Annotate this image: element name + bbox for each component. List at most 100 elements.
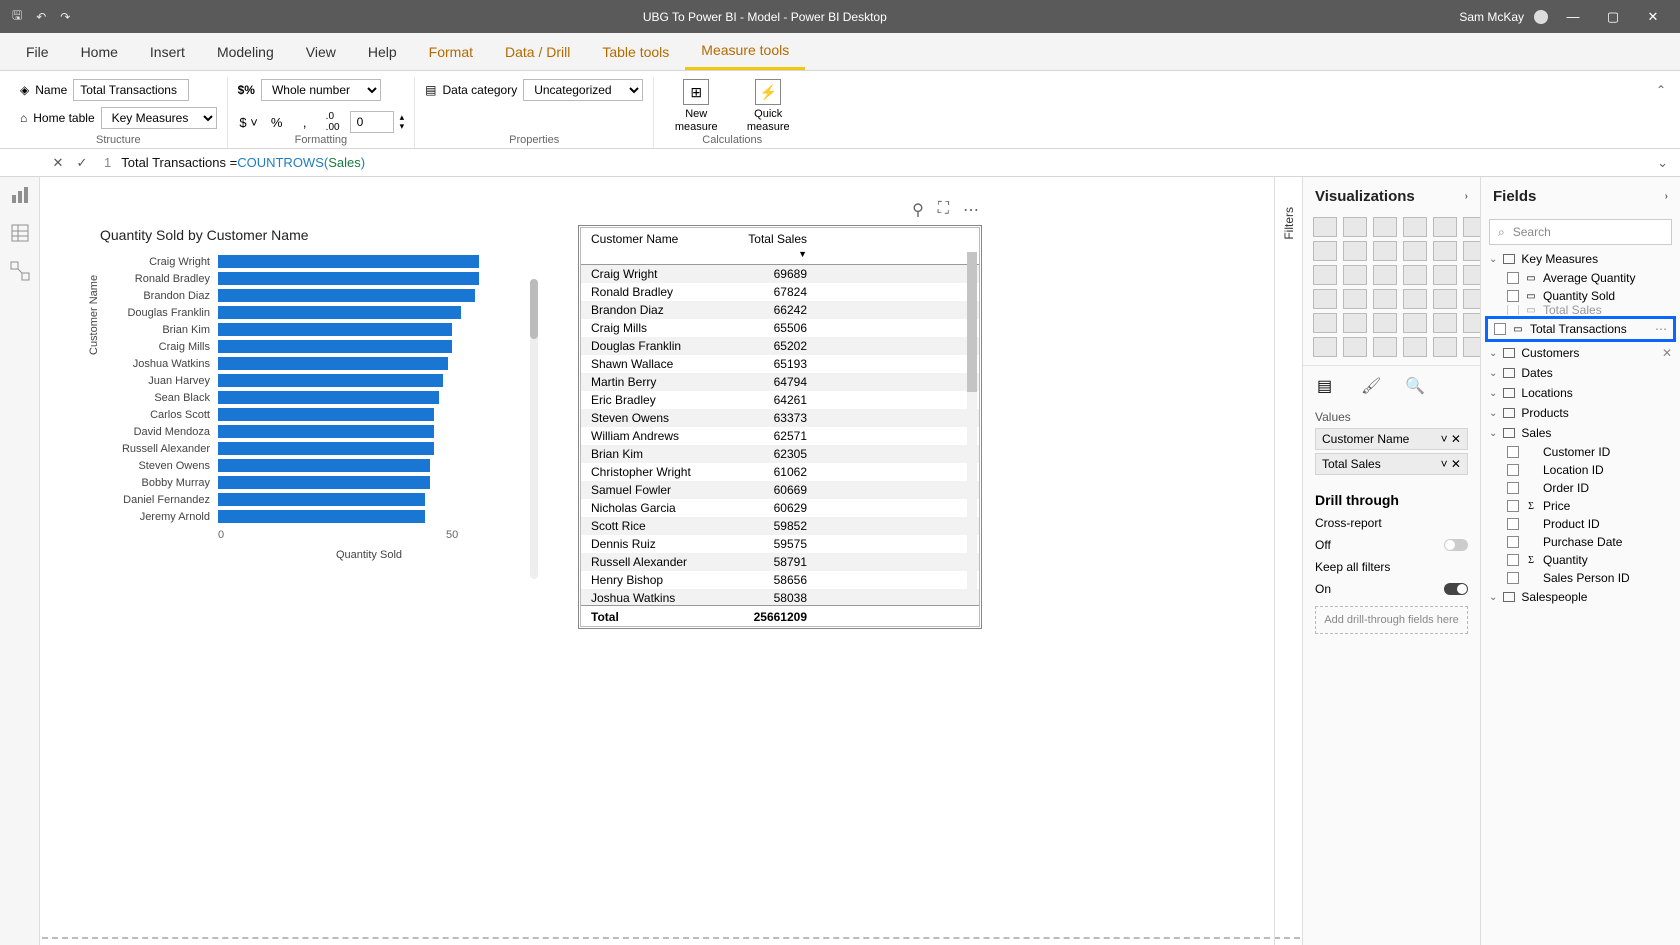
field-checkbox[interactable] <box>1507 305 1519 315</box>
table-visual[interactable]: ⚲ ⛶ ⋯ Customer Name Total Sales▼ Craig W… <box>580 227 980 627</box>
viz-type-icon[interactable] <box>1403 265 1427 285</box>
field-table-salespeople[interactable]: ⌄Salespeople <box>1481 587 1680 607</box>
collapse-ribbon-icon[interactable]: ⌃ <box>1642 77 1680 103</box>
table-row[interactable]: Brian Kim62305 <box>581 445 979 463</box>
viz-type-icon[interactable] <box>1403 337 1427 357</box>
bar-chart-visual[interactable]: Quantity Sold by Customer Name Customer … <box>100 227 520 561</box>
field-total-transactions[interactable]: ▭Total Transactions⋯ <box>1490 320 1671 338</box>
viz-type-icon[interactable] <box>1313 289 1337 309</box>
bar-row[interactable]: Craig Wright <box>100 253 520 270</box>
field-table-products[interactable]: ⌄Products <box>1481 403 1680 423</box>
table-row[interactable]: Shawn Wallace65193 <box>581 355 979 373</box>
viz-type-icon[interactable] <box>1403 217 1427 237</box>
viz-type-icon[interactable] <box>1433 217 1457 237</box>
viz-type-icon[interactable] <box>1403 289 1427 309</box>
bar-row[interactable]: Joshua Watkins <box>100 355 520 372</box>
value-field-customer[interactable]: Customer Name˅ ✕ <box>1315 428 1468 450</box>
viz-type-icon[interactable] <box>1343 217 1367 237</box>
viz-type-icon[interactable] <box>1313 241 1337 261</box>
viz-type-icon[interactable] <box>1313 313 1337 333</box>
keep-filters-toggle[interactable] <box>1444 583 1468 595</box>
decimal-places-input[interactable] <box>350 111 394 133</box>
tab-data-drill[interactable]: Data / Drill <box>489 35 586 69</box>
field-quantity-sold[interactable]: ▭Quantity Sold <box>1481 287 1680 305</box>
field-checkbox[interactable] <box>1507 554 1519 566</box>
cancel-formula-button[interactable]: ✕ <box>46 155 70 171</box>
expand-formula-icon[interactable]: ⌄ <box>1645 155 1680 171</box>
commit-formula-button[interactable]: ✓ <box>70 155 94 171</box>
field-checkbox[interactable] <box>1507 518 1519 530</box>
viz-type-icon[interactable] <box>1343 313 1367 333</box>
tab-help[interactable]: Help <box>352 35 413 69</box>
col-customer-name[interactable]: Customer Name <box>581 232 721 260</box>
field-total-sales[interactable]: ▭Total Sales <box>1481 305 1680 315</box>
bar-row[interactable]: Daniel Fernandez <box>100 491 520 508</box>
tab-table-tools[interactable]: Table tools <box>586 35 685 69</box>
chart-scrollbar[interactable] <box>530 279 538 579</box>
viz-type-icon[interactable] <box>1343 289 1367 309</box>
bar-row[interactable]: Sean Black <box>100 389 520 406</box>
currency-button[interactable]: $ ˅ <box>238 111 260 133</box>
field-table-customers[interactable]: ⌄Customers✕ <box>1481 343 1680 363</box>
home-table-select[interactable]: Key Measures <box>101 107 217 129</box>
field-table-key-measures[interactable]: ⌄Key Measures <box>1481 249 1680 269</box>
viz-type-icon[interactable] <box>1433 337 1457 357</box>
field-order-id[interactable]: Order ID <box>1481 479 1680 497</box>
viz-type-icon[interactable] <box>1343 337 1367 357</box>
field-average-quantity[interactable]: ▭Average Quantity <box>1481 269 1680 287</box>
tab-file[interactable]: File <box>10 35 65 69</box>
table-row[interactable]: Henry Bishop58656 <box>581 571 979 589</box>
analytics-tab-icon[interactable]: 🔍 <box>1405 376 1429 396</box>
viz-type-icon[interactable] <box>1373 313 1397 333</box>
field-checkbox[interactable] <box>1507 482 1519 494</box>
collapse-viz-icon[interactable]: › <box>1465 191 1468 202</box>
table-row[interactable]: Martin Berry64794 <box>581 373 979 391</box>
table-row[interactable]: Brandon Diaz66242 <box>581 301 979 319</box>
save-icon[interactable]: 🖫 <box>12 6 22 27</box>
table-row[interactable]: Eric Bradley64261 <box>581 391 979 409</box>
bar-row[interactable]: Jeremy Arnold <box>100 508 520 525</box>
field-sales-person-id[interactable]: Sales Person ID <box>1481 569 1680 587</box>
viz-type-icon[interactable] <box>1343 265 1367 285</box>
field-checkbox[interactable] <box>1507 290 1519 302</box>
viz-type-icon[interactable] <box>1403 241 1427 261</box>
viz-type-icon[interactable] <box>1373 241 1397 261</box>
viz-type-icon[interactable] <box>1373 289 1397 309</box>
redo-icon[interactable]: ↷ <box>60 10 70 24</box>
undo-icon[interactable]: ↶ <box>36 10 46 24</box>
field-checkbox[interactable] <box>1507 446 1519 458</box>
field-table-dates[interactable]: ⌄Dates <box>1481 363 1680 383</box>
field-product-id[interactable]: Product ID <box>1481 515 1680 533</box>
new-measure-button[interactable]: ⊞ New measure <box>664 77 728 134</box>
avatar[interactable] <box>1534 10 1548 24</box>
category-select[interactable]: Uncategorized <box>523 79 643 101</box>
col-total-sales[interactable]: Total Sales▼ <box>721 232 821 260</box>
fields-tab-icon[interactable]: ▤ <box>1317 376 1341 396</box>
field-checkbox[interactable] <box>1507 464 1519 476</box>
table-row[interactable]: Dennis Ruiz59575 <box>581 535 979 553</box>
tab-format[interactable]: Format <box>413 35 489 69</box>
viz-type-icon[interactable] <box>1433 289 1457 309</box>
bar-row[interactable]: Craig Mills <box>100 338 520 355</box>
field-table-locations[interactable]: ⌄Locations <box>1481 383 1680 403</box>
filter-icon[interactable]: ⚲ <box>912 200 924 220</box>
measure-name-input[interactable] <box>73 79 189 101</box>
table-row[interactable]: Steven Owens63373 <box>581 409 979 427</box>
viz-type-icon[interactable] <box>1343 241 1367 261</box>
field-quantity[interactable]: ΣQuantity <box>1481 551 1680 569</box>
bar-row[interactable]: Russell Alexander <box>100 440 520 457</box>
tab-modeling[interactable]: Modeling <box>201 35 290 69</box>
table-row[interactable]: William Andrews62571 <box>581 427 979 445</box>
table-scrollbar[interactable] <box>967 252 977 592</box>
format-tab-icon[interactable]: 🖌 <box>1361 376 1385 396</box>
field-checkbox[interactable] <box>1507 272 1519 284</box>
bar-row[interactable]: Ronald Bradley <box>100 270 520 287</box>
close-button[interactable]: ✕ <box>1638 9 1668 25</box>
field-table-sales[interactable]: ⌄Sales <box>1481 423 1680 443</box>
tab-home[interactable]: Home <box>65 35 134 69</box>
tab-measure-tools[interactable]: Measure tools <box>685 33 805 70</box>
quick-measure-button[interactable]: ⚡ Quick measure <box>736 77 800 134</box>
viz-type-icon[interactable] <box>1433 241 1457 261</box>
spinner-icon[interactable]: ▴▾ <box>400 113 405 131</box>
viz-type-icon[interactable] <box>1433 313 1457 333</box>
